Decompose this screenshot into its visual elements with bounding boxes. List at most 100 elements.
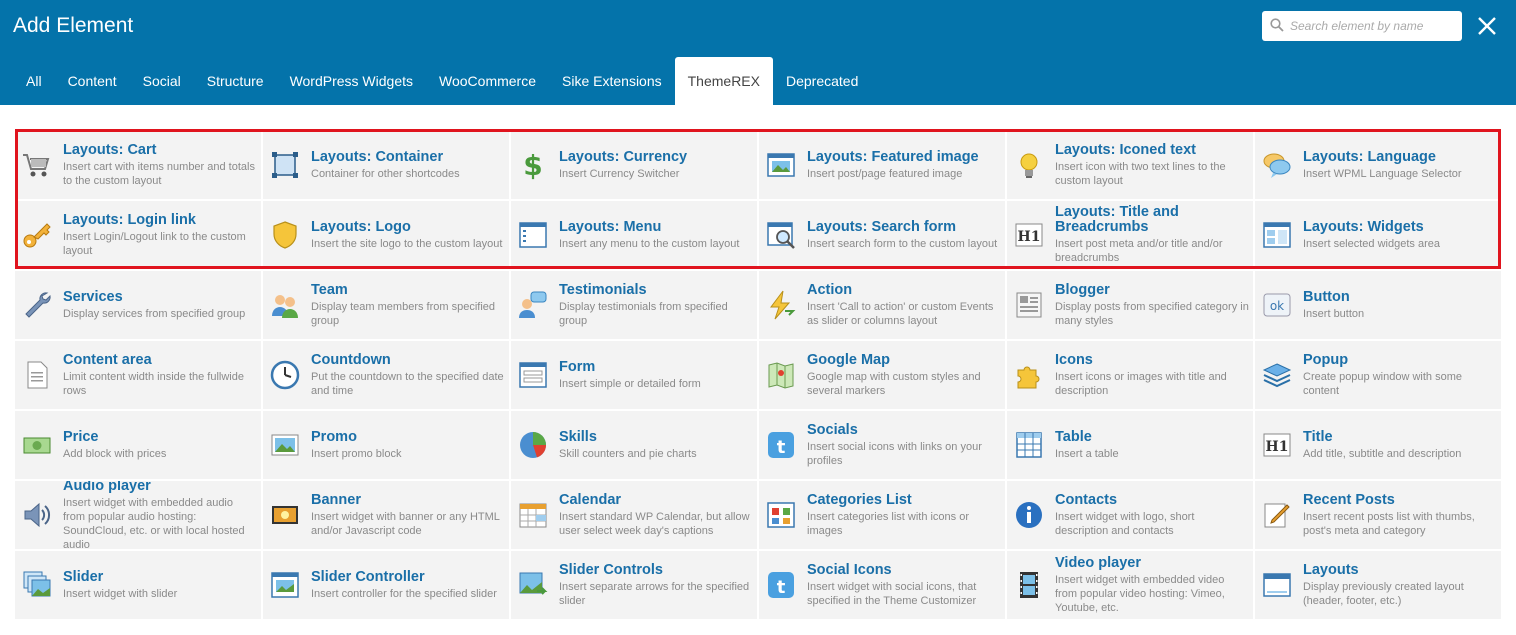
element-item[interactable]: Layouts: Search form Insert search form t… bbox=[759, 201, 1005, 269]
element-description: Skill counters and pie charts bbox=[559, 447, 697, 460]
element-description: Insert Login/Logout link to the custom l… bbox=[63, 230, 246, 257]
element-description: Insert WPML Language Selector bbox=[1303, 167, 1462, 180]
users-icon bbox=[272, 295, 298, 318]
element-description: Insert post/page featured image bbox=[807, 167, 963, 180]
tab-woocommerce[interactable]: WooCommerce bbox=[426, 57, 549, 105]
element-item[interactable]: Price Add block with prices bbox=[15, 411, 261, 479]
element-item[interactable]: Content area Limit content width inside t… bbox=[15, 341, 261, 409]
tab-content[interactable]: Content bbox=[55, 57, 130, 105]
element-name: Video player bbox=[1055, 554, 1141, 571]
element-item[interactable]: Icons Insert icons or images with title a… bbox=[1007, 341, 1253, 409]
element-item[interactable]: Calendar Insert standard WP Calendar, but… bbox=[511, 481, 757, 549]
element-item[interactable]: Audio player Insert widget with embedded … bbox=[15, 481, 261, 549]
element-item[interactable]: Layouts: Container Container for other sh… bbox=[263, 131, 509, 199]
element-item[interactable]: Form Insert simple or detailed form bbox=[511, 341, 757, 409]
element-name: Layouts: Iconed text bbox=[1055, 141, 1196, 158]
tab-social[interactable]: Social bbox=[130, 57, 194, 105]
element-name: Layouts: Language bbox=[1303, 148, 1436, 165]
tab-all[interactable]: All bbox=[13, 57, 55, 105]
element-name: Popup bbox=[1303, 351, 1349, 368]
element-item[interactable]: Layouts: Cart Insert cart with items numb… bbox=[15, 131, 261, 199]
element-item[interactable]: Layouts: Menu Insert any menu to the cust… bbox=[511, 201, 757, 269]
element-item[interactable]: Slider Controls Insert separate arrows fo… bbox=[511, 551, 757, 619]
element-name: Promo bbox=[311, 428, 357, 445]
element-item[interactable]: Layouts Display previously created layout… bbox=[1255, 551, 1501, 619]
key-icon bbox=[23, 223, 51, 248]
element-item[interactable]: Services Display services from specified … bbox=[15, 271, 261, 339]
lightning-icon bbox=[770, 290, 796, 320]
element-name: Testimonials bbox=[559, 281, 647, 298]
element-name: Layouts: Login link bbox=[63, 211, 196, 228]
tab-sike-extensions[interactable]: Sike Extensions bbox=[549, 57, 675, 105]
element-item[interactable]: Video player Insert widget with embedded … bbox=[1007, 551, 1253, 619]
element-item[interactable]: H1 Title Add title, subtitle and descripti… bbox=[1255, 411, 1501, 479]
element-item[interactable]: Banner Insert widget with banner or any H… bbox=[263, 481, 509, 549]
element-item[interactable]: Testimonials Display testimonials from sp… bbox=[511, 271, 757, 339]
element-description: Create popup window with some content bbox=[1303, 370, 1462, 397]
element-description: Insert 'Call to action' or custom Events… bbox=[807, 300, 994, 327]
element-name: Price bbox=[63, 428, 99, 445]
element-description: Put the countdown to the specified date … bbox=[311, 370, 504, 397]
element-item[interactable]: Layouts: Language Insert WPML Language Se… bbox=[1255, 131, 1501, 199]
element-item[interactable]: Blogger Display posts from specified cate… bbox=[1007, 271, 1253, 339]
pie-chart-icon bbox=[520, 432, 547, 458]
slides-icon bbox=[23, 571, 51, 597]
element-item[interactable]: ok Button Insert button bbox=[1255, 271, 1501, 339]
element-item[interactable]: Slider Insert widget with slider bbox=[15, 551, 261, 619]
search-input[interactable] bbox=[1290, 16, 1455, 36]
element-description: Add block with prices bbox=[63, 447, 167, 460]
element-item[interactable]: Skills Skill counters and pie charts bbox=[511, 411, 757, 479]
element-name: Layouts: Cart bbox=[63, 141, 157, 158]
element-description: Insert standard WP Calendar, but allow u… bbox=[559, 510, 750, 537]
element-item[interactable]: Layouts: Featured image Insert post/page … bbox=[759, 131, 1005, 199]
element-name: Google Map bbox=[807, 351, 890, 368]
element-item[interactable]: Table Insert a table bbox=[1007, 411, 1253, 479]
form-window-icon bbox=[519, 362, 547, 388]
element-item[interactable]: Popup Create popup window with some conte… bbox=[1255, 341, 1501, 409]
element-item[interactable]: Recent Posts Insert recent posts list wit… bbox=[1255, 481, 1501, 549]
element-name: Content area bbox=[63, 351, 152, 368]
slider-window-icon bbox=[271, 572, 299, 598]
element-name: Table bbox=[1055, 428, 1092, 445]
tab-structure[interactable]: Structure bbox=[194, 57, 277, 105]
picture-icon bbox=[271, 434, 299, 456]
element-item[interactable]: Google Map Google map with custom styles … bbox=[759, 341, 1005, 409]
element-item[interactable]: $ Layouts: Currency Insert Currency Switch… bbox=[511, 131, 757, 199]
element-item[interactable]: Categories List Insert categories list wi… bbox=[759, 481, 1005, 549]
search-box[interactable] bbox=[1262, 11, 1462, 41]
tab-wordpress-widgets[interactable]: WordPress Widgets bbox=[277, 57, 426, 105]
element-description: Display team members from specified grou… bbox=[311, 300, 496, 327]
element-item[interactable]: Slider Controller Insert controller for t… bbox=[263, 551, 509, 619]
element-item[interactable]: Contacts Insert widget with logo, short d… bbox=[1007, 481, 1253, 549]
element-name: Layouts: Widgets bbox=[1303, 218, 1424, 235]
cart-icon bbox=[23, 154, 50, 177]
element-name: Icons bbox=[1055, 351, 1093, 368]
element-item[interactable]: t Social Icons Insert widget with social i… bbox=[759, 551, 1005, 619]
image-window-icon bbox=[767, 153, 795, 177]
element-name: Slider Controls bbox=[559, 561, 663, 578]
element-item[interactable]: t Socials Insert social icons with links o… bbox=[759, 411, 1005, 479]
svg-text:H1: H1 bbox=[1266, 439, 1289, 455]
element-item[interactable]: Team Display team members from specified … bbox=[263, 271, 509, 339]
dialog-header: Add Element AllContentSocialStructureWor… bbox=[0, 0, 1516, 105]
element-item[interactable]: H1 Layouts: Title and Breadcrumbs Insert p… bbox=[1007, 201, 1253, 269]
tab-deprecated[interactable]: Deprecated bbox=[773, 57, 871, 105]
svg-text:ok: ok bbox=[1270, 299, 1284, 313]
close-icon[interactable] bbox=[1476, 15, 1498, 37]
element-name: Services bbox=[63, 288, 123, 305]
tab-themerex[interactable]: ThemeREX bbox=[674, 57, 773, 105]
element-item[interactable]: Countdown Put the countdown to the specif… bbox=[263, 341, 509, 409]
element-item[interactable]: Layouts: Widgets Insert selected widgets … bbox=[1255, 201, 1501, 269]
element-name: Banner bbox=[311, 491, 361, 508]
element-item[interactable]: Layouts: Iconed text Insert icon with two… bbox=[1007, 131, 1253, 199]
element-item[interactable]: Layouts: Logo Insert the site logo to the… bbox=[263, 201, 509, 269]
element-description: Insert widget with embedded audio from p… bbox=[63, 496, 245, 550]
document-icon bbox=[27, 361, 48, 389]
element-item[interactable]: Action Insert 'Call to action' or custom … bbox=[759, 271, 1005, 339]
element-description: Insert controller for the specified slid… bbox=[311, 587, 497, 600]
element-item[interactable]: Layouts: Login link Insert Login/Logout l… bbox=[15, 201, 261, 269]
element-item[interactable]: Promo Insert promo block bbox=[263, 411, 509, 479]
dollar-icon: $ bbox=[523, 149, 542, 181]
categories-icon bbox=[767, 502, 795, 528]
search-window-icon bbox=[767, 222, 795, 249]
